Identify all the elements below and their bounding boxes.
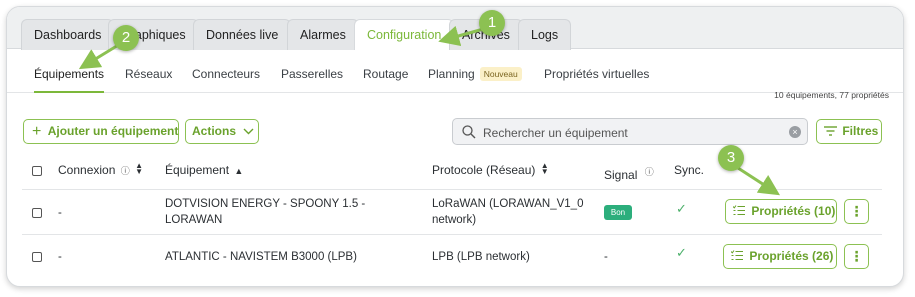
header-equipement-label: Équipement	[165, 163, 230, 177]
clear-icon[interactable]: ×	[789, 126, 801, 138]
row-checkbox[interactable]	[32, 208, 42, 218]
search-icon	[461, 124, 477, 140]
signal-badge: Bon	[604, 205, 632, 220]
filters-label: Filtres	[842, 124, 879, 138]
header-signal-label: Signal	[604, 168, 638, 182]
header-equipement[interactable]: Équipement ▲	[165, 163, 243, 177]
sort-icon[interactable]: ▲ ▼	[541, 162, 549, 176]
row-protocole: LoRaWAN (LORAWAN_V1_0 network)	[432, 196, 583, 228]
header-signal: Signal ⓘ	[604, 165, 654, 182]
tab-alarmes[interactable]: Alarmes	[287, 19, 359, 50]
step-marker-2: 2	[113, 25, 139, 51]
check-icon: ✓	[676, 245, 687, 260]
properties-button[interactable]: Propriétés (10)	[725, 199, 837, 224]
search-placeholder: Rechercher un équipement	[483, 126, 628, 140]
tab-logs[interactable]: Logs	[518, 19, 572, 50]
row-connexion: -	[58, 251, 62, 263]
sub-nav: Équipements Réseaux Connecteurs Passerel…	[7, 63, 903, 93]
header-connexion[interactable]: Connexion ⓘ ▲ ▼	[58, 162, 143, 178]
filter-icon	[824, 121, 837, 144]
divider	[22, 234, 882, 235]
chevron-down-icon	[243, 120, 254, 143]
add-equipment-label: Ajouter un équipement	[47, 124, 179, 138]
row-connexion: -	[58, 207, 62, 219]
add-equipment-button[interactable]: + Ajouter un équipement	[23, 119, 179, 144]
subtab-planning[interactable]: Planning Nouveau	[428, 67, 522, 93]
subtab-planning-label: Planning	[428, 67, 475, 81]
summary-count: 10 équipements, 77 propriétés	[774, 90, 889, 100]
search-input[interactable]: Rechercher un équipement ×	[452, 118, 808, 145]
info-icon: ⓘ	[644, 167, 654, 177]
subtab-proprietes-virtuelles[interactable]: Propriétés virtuelles	[544, 67, 649, 93]
row-checkbox[interactable]	[32, 252, 42, 262]
header-protocole-label: Protocole (Réseau)	[432, 163, 536, 177]
row-equipement[interactable]: DOTVISION ENERGY - SPOONY 1.5 - LORAWAN	[165, 196, 365, 228]
subtab-passerelles[interactable]: Passerelles	[281, 67, 343, 93]
info-icon: ⓘ	[120, 166, 130, 176]
list-icon	[732, 201, 745, 224]
kebab-icon[interactable]: ⋮	[844, 199, 869, 224]
row-protocole: LPB (LPB network)	[432, 249, 530, 265]
new-badge: Nouveau	[479, 67, 522, 81]
row-protocole-line2: network)	[432, 214, 477, 226]
row-protocole-line1: LoRaWAN (LORAWAN_V1_0	[432, 198, 584, 210]
tab-dashboards[interactable]: Dashboards	[21, 19, 115, 50]
sort-asc-icon[interactable]: ▲	[234, 166, 243, 176]
subtab-routage[interactable]: Routage	[363, 67, 408, 93]
header-protocole[interactable]: Protocole (Réseau) ▲ ▼	[432, 162, 549, 178]
row-equipement-line2: LORAWAN	[165, 214, 223, 226]
divider	[22, 189, 882, 190]
row-equipement-line1: DOTVISION ENERGY - SPOONY 1.5 -	[165, 198, 366, 210]
header-sync: Sync.	[674, 163, 705, 177]
row-signal: -	[604, 251, 608, 263]
top-tab-bar: Dashboards Graphiques Données live Alarm…	[7, 7, 903, 50]
check-icon: ✓	[676, 201, 687, 216]
actions-button[interactable]: Actions	[185, 119, 259, 144]
kebab-icon[interactable]: ⋮	[844, 244, 869, 269]
properties-label: Propriétés (10)	[751, 204, 836, 218]
filters-button[interactable]: Filtres	[816, 119, 882, 144]
step-marker-3: 3	[718, 145, 744, 171]
list-icon	[730, 246, 743, 269]
row-equipement[interactable]: ATLANTIC - NAVISTEM B3000 (LPB)	[165, 249, 357, 265]
subtab-connecteurs[interactable]: Connecteurs	[192, 67, 260, 93]
properties-button[interactable]: Propriétés (26)	[723, 244, 837, 269]
tab-configuration[interactable]: Configuration	[354, 19, 455, 50]
step-marker-1: 1	[479, 10, 505, 36]
select-all-checkbox[interactable]	[32, 166, 42, 176]
header-connexion-label: Connexion	[58, 163, 116, 177]
row-equipement-line1: ATLANTIC - NAVISTEM B3000 (LPB)	[165, 251, 357, 263]
plus-icon: +	[32, 123, 42, 140]
actions-label: Actions	[192, 124, 237, 138]
subtab-reseaux[interactable]: Réseaux	[125, 67, 172, 93]
tab-donnees-live[interactable]: Données live	[193, 19, 292, 50]
sort-icon[interactable]: ▲ ▼	[135, 162, 143, 176]
properties-label: Propriétés (26)	[749, 249, 834, 263]
subtab-equipements[interactable]: Équipements	[34, 67, 105, 93]
row-protocole-line1: LPB (LPB network)	[432, 251, 530, 263]
